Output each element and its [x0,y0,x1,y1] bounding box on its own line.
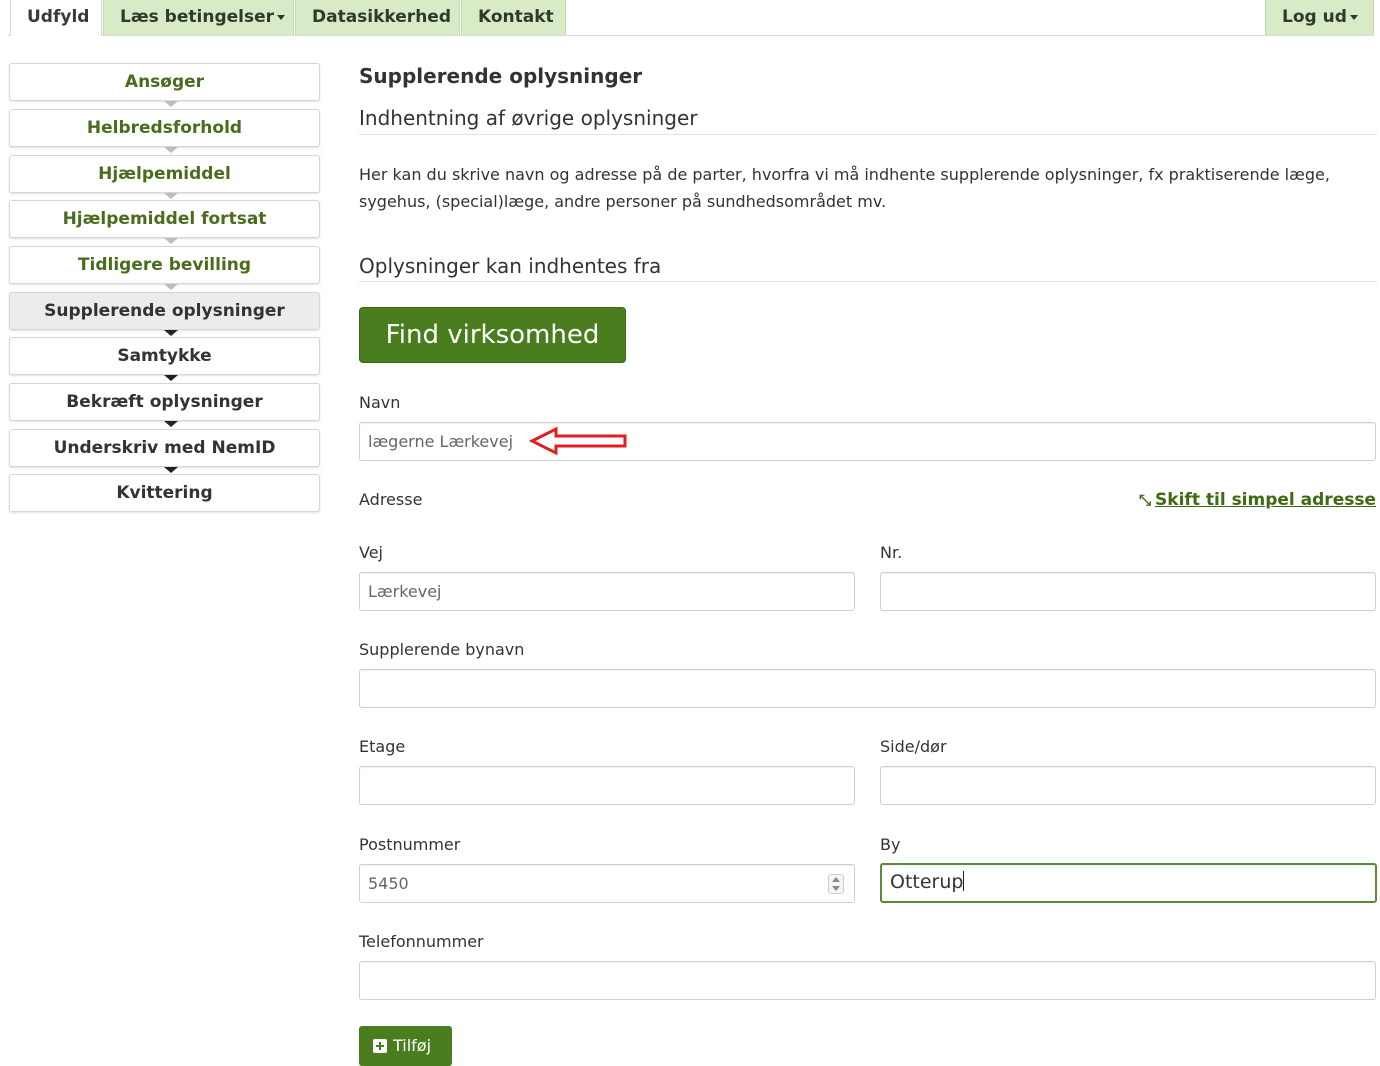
step-bekraeft-oplysninger[interactable]: Bekræft oplysninger [9,383,320,421]
bynavn-input[interactable] [359,669,1376,708]
simple-address-link-label: Skift til simpel adresse [1155,490,1376,510]
step-label: Tidligere bevilling [77,255,252,275]
step-supplerende-oplysninger[interactable]: Supplerende oplysninger [9,292,320,330]
number-spinner-icon[interactable] [828,874,844,894]
postnummer-value: 5450 [368,874,409,893]
find-company-button[interactable]: Find virksomhed [359,307,626,363]
add-button[interactable]: Tilføj [359,1026,452,1066]
step-label: Underskriv med NemID [53,438,276,458]
nr-input[interactable] [880,572,1376,611]
step-connector-arrow-icon [164,147,178,153]
caret-down-icon [1349,14,1358,20]
step-kvittering[interactable]: Kvittering [9,474,320,512]
etage-label: Etage [359,737,406,756]
step-label: Hjælpemiddel fortsat [62,209,267,229]
telefon-label: Telefonnummer [359,932,484,951]
tab-datasikkerhed[interactable]: Datasikkerhed [295,0,460,35]
by-value: Otterup [890,871,964,893]
bynavn-label: Supplerende bynavn [359,640,525,659]
step-connector-arrow-icon [164,330,178,336]
step-label: Supplerende oplysninger [44,301,285,321]
tab-kontakt[interactable]: Kontakt [461,0,566,35]
step-hjaelpemiddel-fortsat[interactable]: Hjælpemiddel fortsat [9,200,320,238]
telefon-input[interactable] [359,961,1376,1000]
logout-label: Log ud [1282,7,1347,27]
section-subtitle: Indhentning af øvrige oplysninger [359,106,698,130]
step-connector-arrow-icon [164,467,178,473]
step-label: Bekræft oplysninger [66,392,263,412]
side-door-input[interactable] [880,766,1376,805]
navn-input[interactable]: lægerne Lærkevej [359,422,1376,461]
postnummer-input[interactable]: 5450 [359,864,855,903]
section-heading: Oplysninger kan indhentes fra [359,254,662,278]
page-title: Supplerende oplysninger [359,64,643,88]
step-connector-arrow-icon [164,101,178,107]
tab-udfyld[interactable]: Udfyld [10,0,102,36]
step-connector-arrow-icon [164,238,178,244]
divider [359,281,1377,282]
step-label: Helbredsforhold [86,118,243,138]
navn-label: Navn [359,393,401,412]
simple-address-link[interactable]: ⤡ Skift til simpel adresse [1139,490,1376,510]
step-hjaelpemiddel[interactable]: Hjælpemiddel [9,155,320,193]
side-door-label: Side/dør [880,737,947,756]
tab-label: Datasikkerhed [312,7,451,27]
step-connector-arrow-icon [164,284,178,290]
divider [359,134,1377,135]
vej-label: Vej [359,543,383,562]
etage-input[interactable] [359,766,855,805]
caret-down-icon [277,14,285,20]
tab-laes-betingelser[interactable]: Læs betingelser [103,0,294,35]
step-underskriv-nemid[interactable]: Underskriv med NemID [9,429,320,467]
add-button-label: Tilføj [393,1036,432,1055]
step-samtykke[interactable]: Samtykke [9,337,320,375]
step-ansoeger[interactable]: Ansøger [9,63,320,101]
description-text: Her kan du skrive navn og adresse på de … [359,165,1330,211]
nav-divider [8,35,1374,36]
step-connector-arrow-icon [164,193,178,199]
step-label: Samtykke [117,346,212,366]
step-connector-arrow-icon [164,421,178,427]
step-connector-arrow-icon [164,375,178,381]
step-tidligere-bevilling[interactable]: Tidligere bevilling [9,246,320,284]
postnummer-label: Postnummer [359,835,461,854]
step-label: Hjælpemiddel [98,164,231,184]
tab-label: Læs betingelser [120,7,274,27]
switch-icon: ⤡ [1139,491,1152,509]
logout-menu[interactable]: Log ud [1265,0,1374,35]
step-helbredsforhold[interactable]: Helbredsforhold [9,109,320,147]
plus-icon [373,1039,387,1053]
step-label: Ansøger [124,72,205,92]
nr-label: Nr. [880,543,903,562]
step-label: Kvittering [116,483,213,503]
tab-label: Udfyld [27,7,90,27]
adresse-label: Adresse [359,490,423,509]
by-input[interactable]: Otterup [880,863,1377,903]
tab-label: Kontakt [478,7,554,27]
text-cursor [963,871,965,891]
vej-input[interactable]: Lærkevej [359,572,855,611]
top-navigation: Udfyld Læs betingelser Datasikkerhed Kon… [0,0,1380,36]
annotation-arrow-icon [529,426,627,456]
by-label: By [880,835,901,854]
